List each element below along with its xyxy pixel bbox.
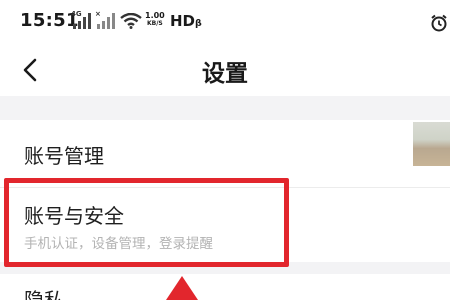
hd-indicator: HDᵦ [170, 12, 202, 30]
signal-icon: 4G [71, 10, 91, 34]
background-image-strip [413, 122, 450, 166]
network-type: 4G [71, 10, 82, 18]
settings-item-label: 账号管理 [24, 144, 104, 168]
arrow-up-icon [166, 276, 198, 300]
highlight-annotation-box [4, 178, 289, 267]
signal-icon-2: × [95, 10, 115, 34]
settings-item-privacy[interactable]: 隐私 [0, 274, 450, 300]
wifi-icon [120, 12, 142, 33]
section-separator [0, 96, 450, 120]
nav-header: 设置 [0, 44, 450, 96]
status-time: 15:51 [20, 10, 79, 31]
page-title: 设置 [202, 61, 248, 87]
status-bar: 15:51 4G × 1.00 KB/S HDᵦ [0, 0, 450, 44]
alarm-icon [430, 14, 448, 36]
no-service-mark: × [95, 10, 101, 18]
settings-item-label: 隐私 [24, 288, 64, 300]
network-speed: 1.00 KB/S [145, 11, 165, 28]
